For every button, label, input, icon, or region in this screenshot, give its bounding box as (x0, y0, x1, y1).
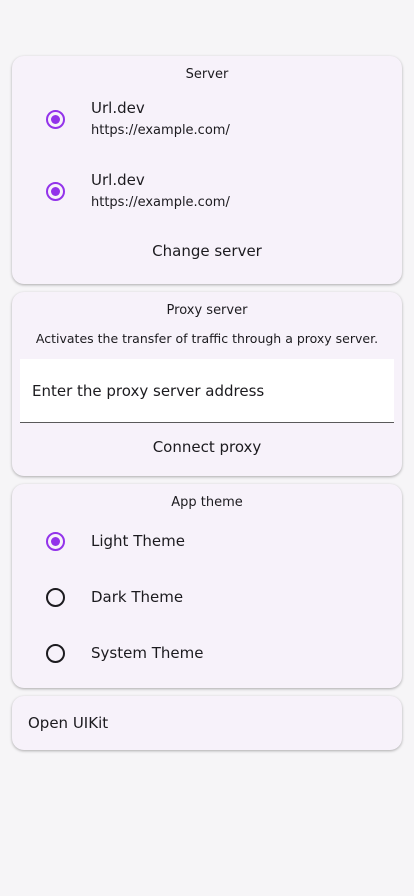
theme-card: App theme Light Theme Dark Theme System … (12, 484, 402, 688)
radio-selected-icon[interactable] (46, 181, 65, 201)
theme-option-dark-label: Dark Theme (91, 588, 184, 606)
theme-option-system-label: System Theme (91, 644, 204, 662)
theme-option-system-text: System Theme (91, 643, 203, 663)
server-option-1-title: Url.dev (91, 99, 145, 117)
change-server-button[interactable]: Change server (12, 241, 402, 261)
theme-option-dark-text: Dark Theme (91, 587, 183, 607)
server-option-1-url: https://example.com/ (91, 123, 230, 138)
proxy-description: Activates the transfer of traffic throug… (35, 331, 379, 346)
server-option-1[interactable]: Url.dev https://example.com/ (12, 83, 402, 155)
radio-selected-icon[interactable] (46, 531, 65, 551)
theme-option-light[interactable]: Light Theme (12, 513, 402, 569)
proxy-address-input[interactable] (32, 381, 394, 400)
open-uikit-label: Open UIKit (28, 714, 109, 732)
server-card-title: Server (185, 67, 229, 82)
proxy-card: Proxy server Activates the transfer of t… (12, 292, 402, 476)
theme-option-dark[interactable]: Dark Theme (12, 569, 402, 625)
settings-screen: Server Url.dev https://example.com/ Url.… (0, 0, 414, 896)
server-option-2[interactable]: Url.dev https://example.com/ (12, 155, 402, 227)
proxy-card-title: Proxy server (166, 303, 248, 318)
proxy-address-field[interactable] (20, 359, 394, 423)
theme-option-light-label: Light Theme (91, 532, 185, 550)
connect-proxy-button[interactable]: Connect proxy (12, 437, 402, 457)
open-uikit-button[interactable]: Open UIKit (12, 696, 402, 750)
server-card: Server Url.dev https://example.com/ Url.… (12, 56, 402, 284)
radio-selected-icon[interactable] (46, 109, 65, 129)
theme-option-light-text: Light Theme (91, 531, 185, 551)
server-option-1-text: Url.dev https://example.com/ (91, 98, 230, 140)
radio-unselected-icon[interactable] (46, 587, 65, 607)
theme-option-system[interactable]: System Theme (12, 625, 402, 681)
server-option-2-title: Url.dev (91, 171, 145, 189)
server-option-2-url: https://example.com/ (91, 195, 230, 210)
server-option-2-text: Url.dev https://example.com/ (91, 170, 230, 212)
theme-card-title: App theme (171, 495, 243, 510)
radio-unselected-icon[interactable] (46, 643, 65, 663)
